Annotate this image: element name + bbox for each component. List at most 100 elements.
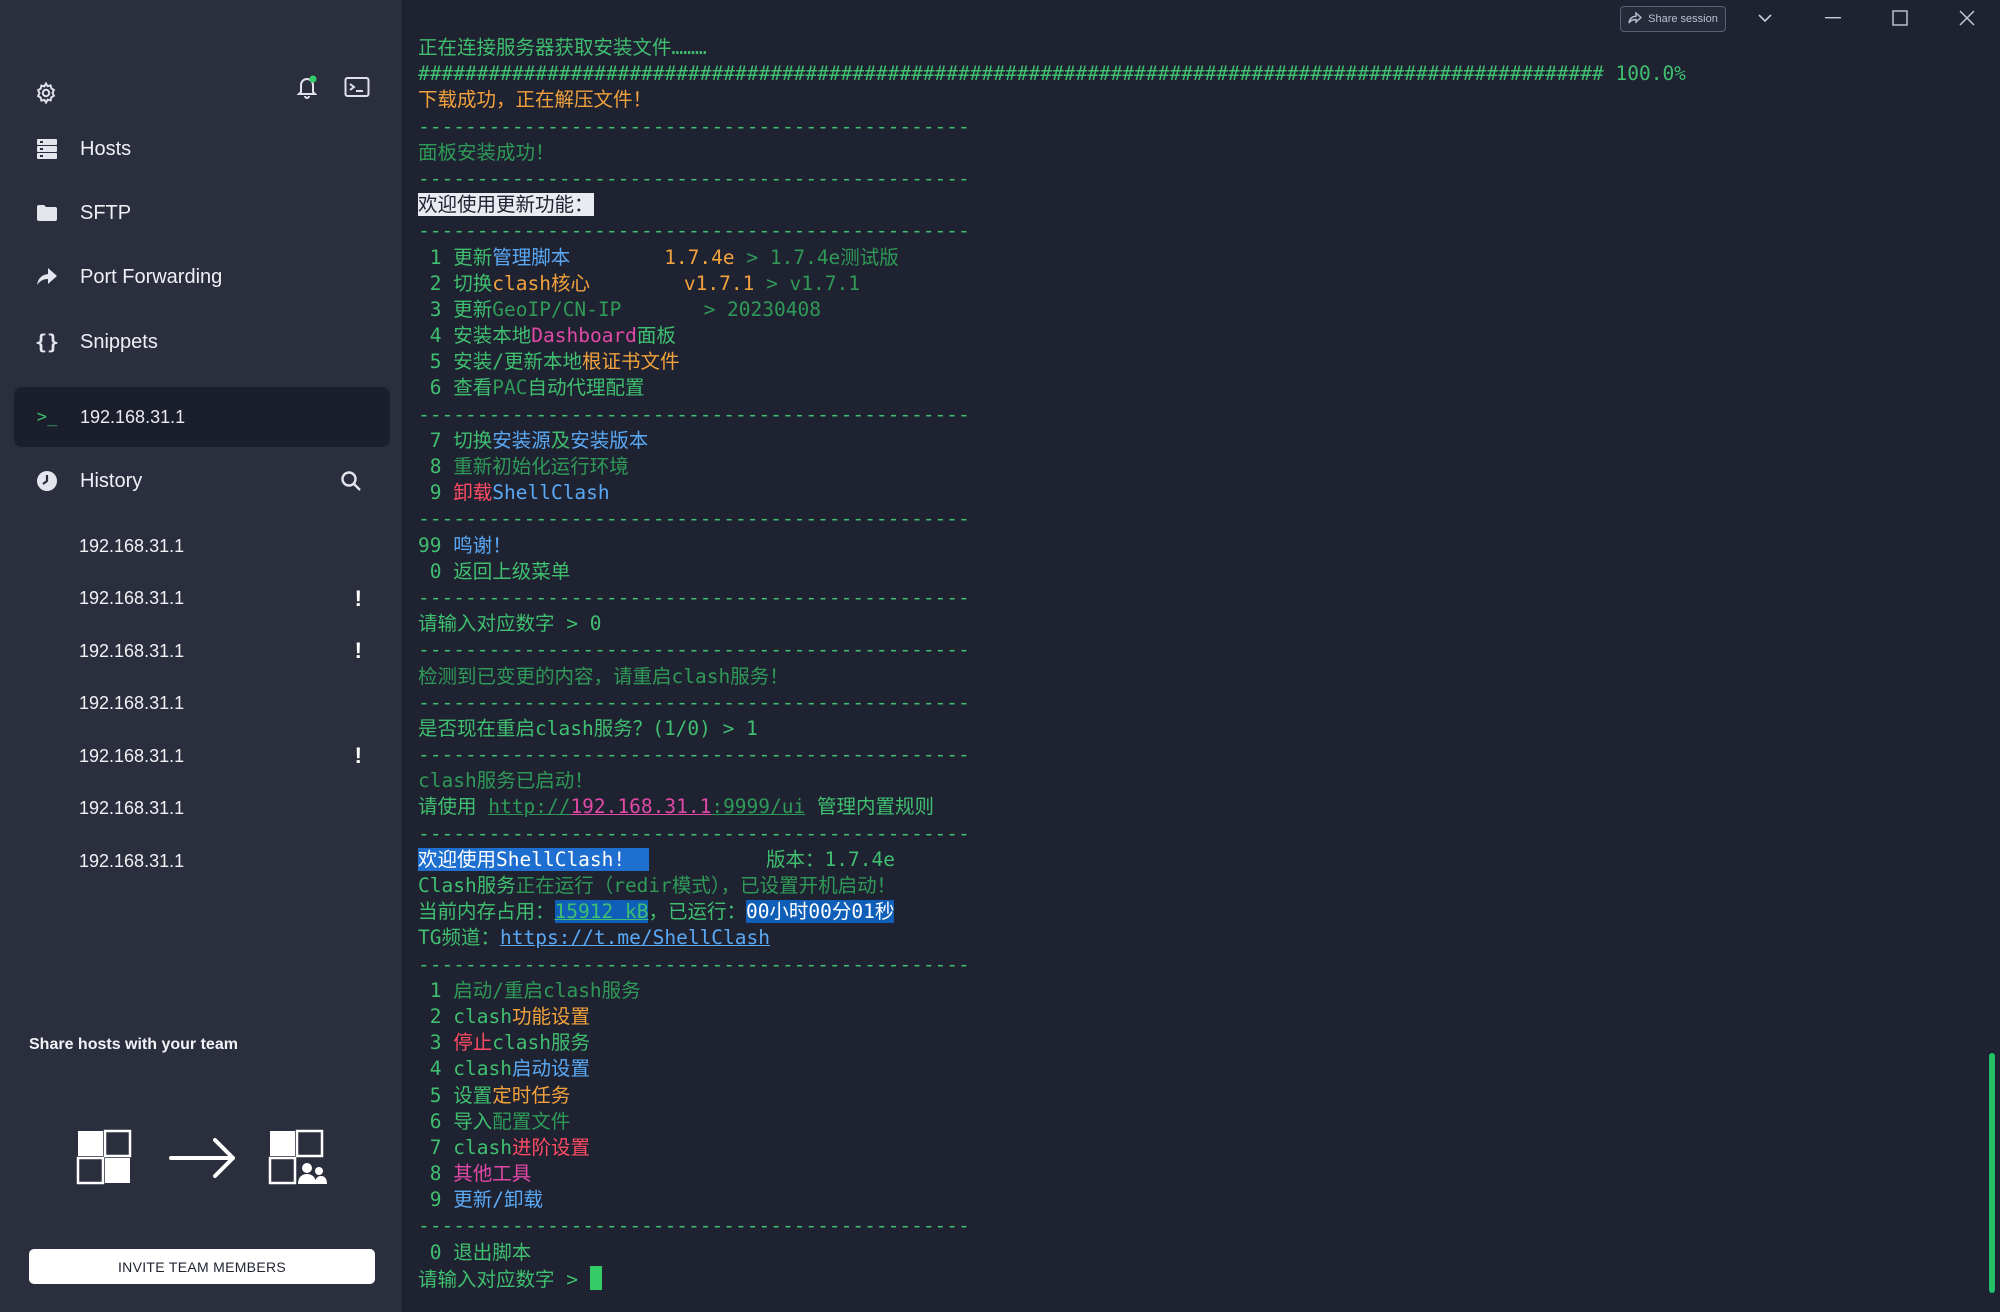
- maximize-icon[interactable]: [1878, 4, 1922, 32]
- terminal-line: 请输入对应数字 > 0: [418, 611, 1686, 637]
- terminal-line: 0 退出脚本: [418, 1240, 1686, 1266]
- terminal-line: 1 启动/重启clash服务: [418, 978, 1686, 1004]
- terminal-line: 7 clash进阶设置: [418, 1135, 1686, 1161]
- terminal-text: 9: [418, 481, 454, 505]
- terminal-text: 鸣谢！: [453, 533, 512, 557]
- terminal-text: ----------------------------------------…: [418, 507, 970, 531]
- history-item[interactable]: 192.168.31.1: [14, 785, 390, 833]
- terminal-line: ----------------------------------------…: [418, 114, 1686, 140]
- terminal-text: clash: [453, 1004, 512, 1028]
- share-hosts-illustration: [75, 1128, 330, 1188]
- terminal-text: 导入: [453, 1109, 493, 1133]
- terminal-line: 4 clash启动设置: [418, 1056, 1686, 1082]
- history-item-host: 192.168.31.1: [79, 640, 185, 661]
- terminal-text: > v1.7.1: [754, 271, 860, 295]
- terminal-text: ----------------------------------------…: [418, 219, 970, 243]
- notifications-bell-icon[interactable]: [290, 70, 324, 104]
- close-icon[interactable]: [1945, 4, 1989, 32]
- terminal-text: https://t.me/ShellClash: [499, 926, 771, 950]
- terminal-text: 根证书文件: [581, 350, 680, 374]
- terminal-line: ----------------------------------------…: [418, 690, 1686, 716]
- dropdown-chevron-icon[interactable]: [1743, 4, 1787, 32]
- nav-snippets[interactable]: {} Snippets: [14, 316, 390, 368]
- terminal-line: TG频道：https://t.me/ShellClash: [418, 925, 1686, 951]
- terminal-line: ----------------------------------------…: [418, 637, 1686, 663]
- terminal-text: 2: [418, 271, 454, 295]
- terminal-text: GeoIP/CN-IP: [492, 297, 622, 321]
- terminal-text: 5: [418, 350, 454, 374]
- terminal-text: ########################################…: [418, 62, 1686, 86]
- hosts-icon: [14, 138, 80, 160]
- terminal-text: 切换: [453, 428, 493, 452]
- terminal-text: 正在运行（redir模式）: [515, 874, 721, 897]
- history-item[interactable]: 192.168.31.1: [14, 680, 390, 728]
- terminal-text: :9999/ui: [711, 795, 806, 819]
- terminal-text: 安装源: [492, 428, 551, 452]
- terminal-line: 5 安装/更新本地根证书文件: [418, 349, 1686, 375]
- terminal-text: 7: [418, 1135, 454, 1159]
- port-forward-icon: [14, 267, 80, 287]
- active-session-tab[interactable]: >_ 192.168.31.1: [14, 387, 390, 447]
- terminal-text: 管理脚本: [492, 245, 571, 269]
- share-icon: [1628, 10, 1643, 27]
- nav-sftp-label: SFTP: [80, 201, 132, 224]
- terminal-line: 检测到已变更的内容，请重启clash服务！: [418, 664, 1686, 690]
- terminal-text: ----------------------------------------…: [418, 402, 970, 426]
- terminal-text: 安装/更新本地: [453, 350, 582, 374]
- terminal-scrollbar[interactable]: [1989, 1053, 1995, 1293]
- minimize-icon[interactable]: [1811, 4, 1855, 32]
- terminal-text: 功能设置: [511, 1004, 590, 1028]
- history-item[interactable]: 192.168.31.1: [14, 837, 390, 885]
- search-icon[interactable]: [340, 470, 362, 497]
- terminal-text: 0: [418, 1240, 454, 1264]
- terminal-line: ----------------------------------------…: [418, 218, 1686, 244]
- history-item[interactable]: 192.168.31.1!: [14, 627, 390, 675]
- promo-title: Share hosts with your team: [29, 1036, 238, 1053]
- terminal-text: 正在连接服务器获取安装文件………: [418, 36, 707, 59]
- history-item-host: 192.168.31.1: [79, 745, 185, 766]
- terminal-line: 8 重新初始化运行环境: [418, 454, 1686, 480]
- terminal-text: 是否现在重启clash服务？(1/0) > 1: [418, 716, 758, 740]
- history-item-host: 192.168.31.1: [79, 588, 185, 608]
- terminal-text: 定时任务: [492, 1083, 571, 1107]
- terminal-pane[interactable]: 正在连接服务器获取安装文件……… ########################…: [403, 0, 2000, 1312]
- terminal-text: 安装本地: [453, 324, 532, 348]
- terminal-text: 及: [550, 428, 571, 452]
- terminal-text: ----------------------------------------…: [418, 166, 970, 190]
- terminal-line: ----------------------------------------…: [418, 952, 1686, 978]
- settings-gear-icon[interactable]: [29, 76, 63, 110]
- history-item[interactable]: 192.168.31.1!: [14, 732, 390, 780]
- sidebar-toolbar: [0, 75, 403, 116]
- terminal-text: > 20230408: [621, 297, 821, 321]
- terminal-text: 卸载: [453, 481, 493, 505]
- history-item[interactable]: 192.168.31.1: [14, 522, 390, 570]
- terminal-text: 3: [418, 297, 454, 321]
- terminal-text: 欢迎使用ShellClash!: [418, 847, 649, 871]
- terminal-icon[interactable]: [340, 70, 374, 104]
- nav-port-forwarding[interactable]: Port Forwarding: [14, 251, 390, 303]
- terminal-text: ----------------------------------------…: [418, 114, 970, 138]
- terminal-line: 是否现在重启clash服务？(1/0) > 1: [418, 716, 1686, 742]
- nav-hosts[interactable]: Hosts: [14, 123, 390, 175]
- terminal-line: 2 clash功能设置: [418, 1004, 1686, 1030]
- terminal-line: 2 切换clash核心 v1.7.1 > v1.7.1: [418, 271, 1686, 297]
- terminal-text: 5: [418, 1083, 454, 1107]
- terminal-text: 检测到已变更的内容，请重启clash服务！: [418, 664, 789, 688]
- terminal-text: 管理内置规则: [805, 795, 934, 819]
- invite-team-members-button[interactable]: INVITE TEAM MEMBERS: [29, 1249, 375, 1284]
- terminal-text: 9: [418, 1188, 454, 1212]
- terminal-line: ----------------------------------------…: [418, 585, 1686, 611]
- nav-sftp[interactable]: SFTP: [14, 187, 390, 239]
- terminal-text: 停止: [453, 1031, 493, 1055]
- terminal-line: 9 卸载ShellClash: [418, 480, 1686, 506]
- terminal-text: 重新初始化运行环境: [453, 455, 629, 478]
- terminal-text: > 1.7.4e测试版: [734, 245, 899, 269]
- history-item[interactable]: 192.168.31.1!: [14, 575, 390, 623]
- sidebar: Hosts SFTP Port Forwarding {} Snippets >…: [0, 0, 403, 1312]
- terminal-line: 7 切换安装源及安装版本: [418, 428, 1686, 454]
- share-session-button[interactable]: Share session: [1620, 6, 1726, 32]
- terminal-line: 下载成功，正在解压文件！: [418, 87, 1686, 113]
- terminal-line: 99 鸣谢！: [418, 533, 1686, 559]
- terminal-line: ----------------------------------------…: [418, 166, 1686, 192]
